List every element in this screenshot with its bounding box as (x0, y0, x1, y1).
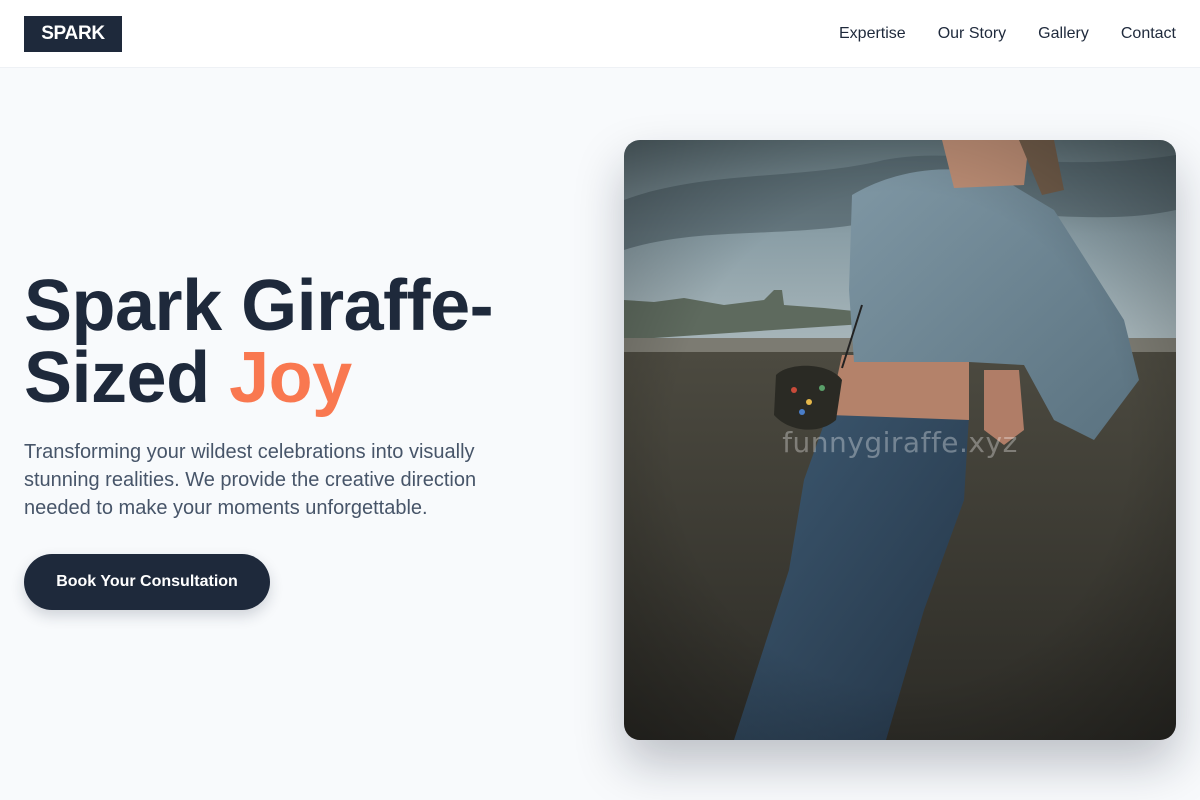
hero-title-accent: Joy (229, 338, 352, 418)
main-nav: Expertise Our Story Gallery Contact (839, 0, 1176, 68)
image-watermark: funnygiraffe.xyz (782, 426, 1018, 459)
nav-link-our-story[interactable]: Our Story (938, 25, 1006, 43)
book-consultation-button[interactable]: Book Your Consultation (24, 554, 270, 610)
nav-link-contact[interactable]: Contact (1121, 25, 1176, 43)
hero-subtitle: Transforming your wildest celebrations i… (24, 441, 477, 519)
hero-title: Spark Giraffe- Sized Joy (24, 270, 584, 414)
nav-link-gallery[interactable]: Gallery (1038, 25, 1089, 43)
hero-title-line2: Sized (24, 338, 210, 418)
logo[interactable]: SPARK (24, 16, 122, 52)
hero-image: funnygiraffe.xyz (624, 140, 1176, 740)
hero-title-line1: Spark Giraffe- (24, 266, 494, 346)
nav-link-expertise[interactable]: Expertise (839, 25, 906, 43)
site-header: SPARK Expertise Our Story Gallery Contac… (0, 0, 1200, 68)
